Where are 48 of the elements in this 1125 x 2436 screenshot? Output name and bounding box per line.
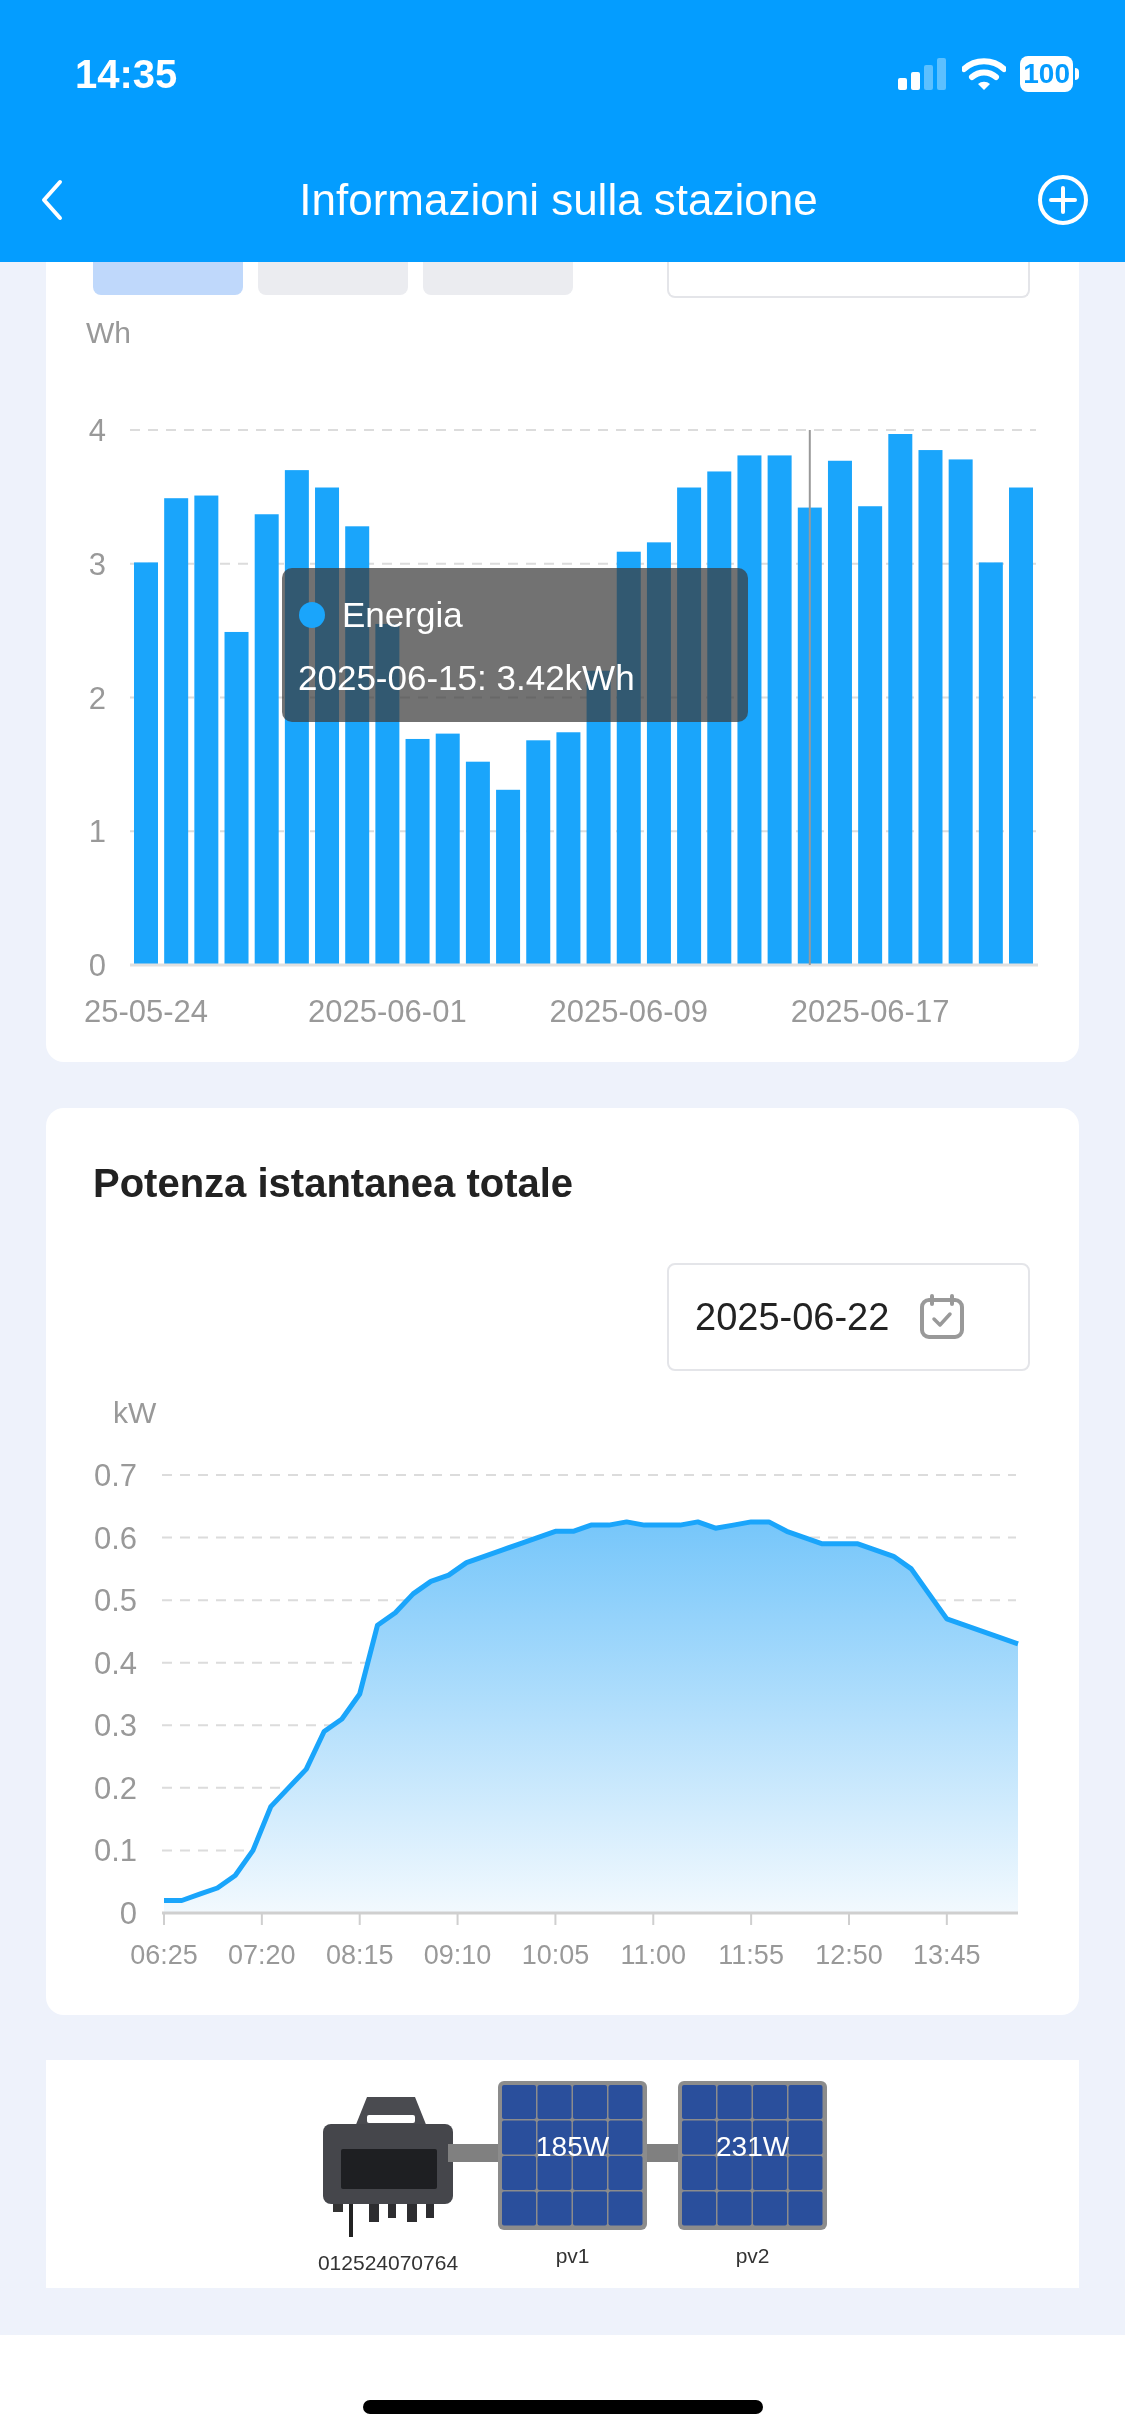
axis-tick-label: 12:50 (815, 1940, 883, 1970)
axis-tick-label: 0 (119, 1896, 137, 1931)
date-field[interactable]: 2025-06-22 (667, 1263, 1030, 1371)
add-button[interactable] (1037, 174, 1089, 226)
calendar-icon (919, 1294, 966, 1340)
tooltip-series: Energia (342, 595, 463, 634)
wifi-icon (962, 57, 1007, 91)
page-title: Informazioni sulla stazione (299, 174, 818, 226)
battery-indicator: 100 (1020, 56, 1073, 92)
inverter-serial: 012524070764 (317, 2250, 459, 2276)
axis-tick-label: 2 (88, 680, 106, 716)
axis-unit-label: Wh (86, 316, 131, 349)
panel-name: pv1 (555, 2243, 590, 2269)
axis-tick-label: 4 (88, 413, 106, 448)
axis-tick-label: 0.1 (93, 1833, 137, 1869)
panel-power-label: 231W (715, 2133, 791, 2161)
axis-tick-label: 0.4 (93, 1645, 137, 1681)
axis-tick-label: 2025-06-17 (790, 994, 950, 1029)
axis-tick-label: 11:00 (620, 1940, 687, 1970)
cable-connector (448, 2144, 499, 2162)
axis-tick-label: 0.2 (93, 1770, 137, 1806)
axis-unit-label: kW (113, 1396, 157, 1429)
date-field[interactable] (667, 262, 1030, 298)
signal-icon (898, 58, 949, 90)
status-time: 14:35 (75, 51, 178, 98)
card-title: Potenza istantanea totale (93, 1163, 575, 1203)
cable-connector (647, 2144, 679, 2162)
axis-tick-label: 3 (88, 546, 106, 582)
axis-tick-label: 1 (88, 814, 106, 850)
axis-tick-label: 06:25 (130, 1940, 198, 1970)
axis-tick-label: 0.6 (93, 1520, 137, 1556)
axis-tick-label: 0.7 (93, 1458, 137, 1493)
axis-tick-label: 2025-06-09 (549, 994, 709, 1029)
panel-power-label: 185W (535, 2133, 611, 2161)
panel-name: pv2 (735, 2243, 770, 2269)
axis-tick-label: 0.5 (93, 1583, 137, 1619)
legend-dot (299, 602, 325, 628)
axis-tick-label: 25-05-24 (83, 994, 209, 1029)
axis-tick-label: 13:45 (913, 1940, 981, 1970)
axis-tick-label: 09:10 (423, 1940, 492, 1970)
axis-tick-label: 07:20 (228, 1940, 296, 1970)
axis-tick-label: 11:55 (718, 1940, 784, 1970)
axis-tick-label: 08:15 (325, 1940, 394, 1970)
axis-tick-label: 10:05 (521, 1940, 590, 1970)
axis-tick-label: 0.3 (93, 1708, 137, 1744)
axis-tick-label: 2025-06-01 (308, 994, 467, 1029)
axis-tick-label: 0 (88, 948, 106, 983)
tooltip-value: 2025-06-15: 3.42kWh (298, 658, 635, 697)
